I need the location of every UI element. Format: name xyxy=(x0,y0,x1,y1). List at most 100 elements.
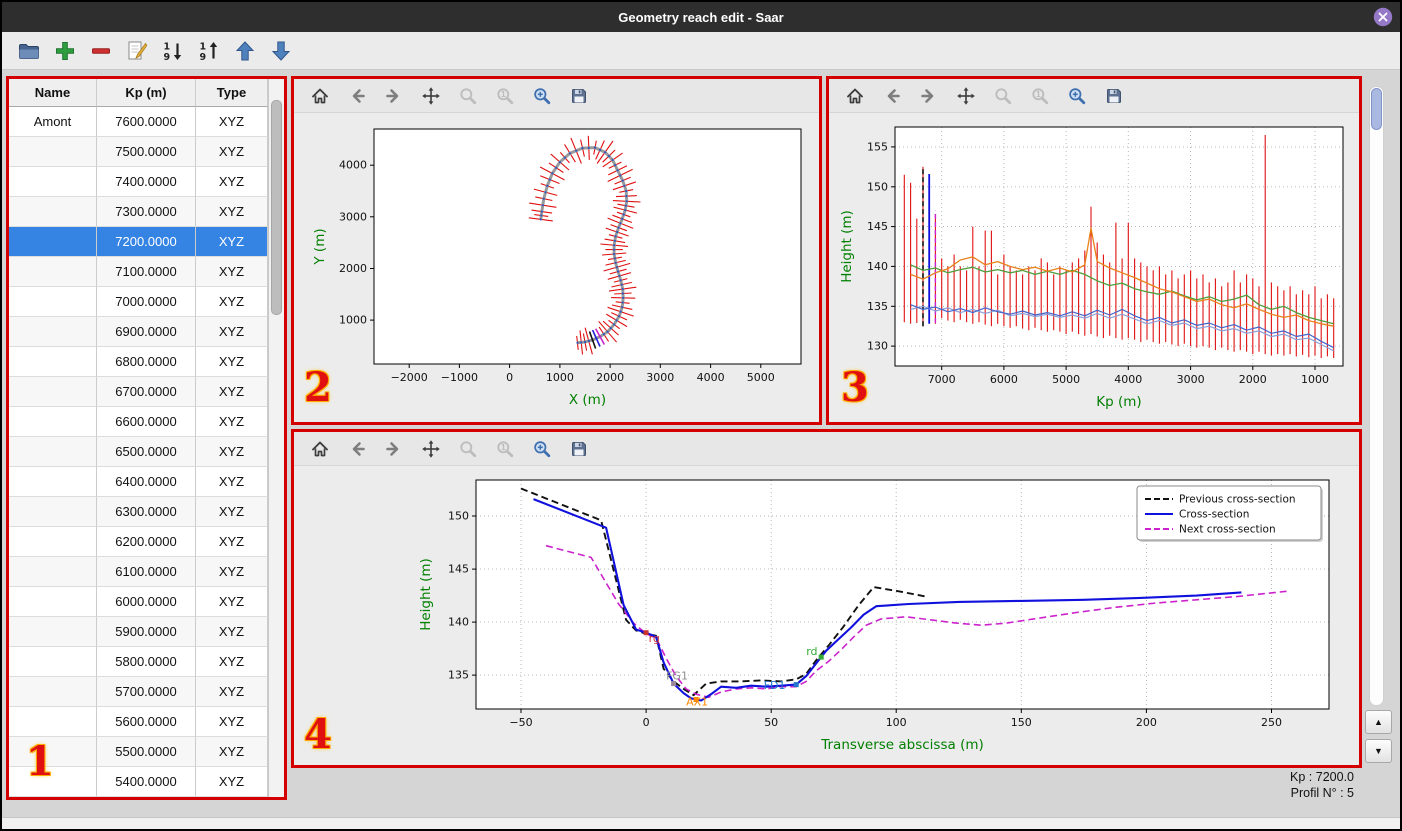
cross-section-chart[interactable]: rg FG1 AX1 FD1 rd −50 0 50 100 150 200 250 135 140 145… xyxy=(294,466,1359,765)
table-row[interactable]: 7100.0000 XYZ xyxy=(9,257,268,287)
pan-button[interactable] xyxy=(950,82,982,110)
home-button[interactable] xyxy=(304,435,336,463)
cell-kp: 6700.0000 xyxy=(97,377,196,407)
pan-icon xyxy=(422,86,440,105)
cell-name xyxy=(9,707,97,737)
zoom-rect-button[interactable] xyxy=(526,82,558,110)
table-row[interactable]: 6100.0000 XYZ xyxy=(9,557,268,587)
table-row[interactable]: 6800.0000 XYZ xyxy=(9,347,268,377)
cell-type: XYZ xyxy=(196,587,268,617)
svg-text:1: 1 xyxy=(1036,90,1041,99)
cell-type: XYZ xyxy=(196,407,268,437)
open-button[interactable] xyxy=(14,36,44,66)
forward-button[interactable] xyxy=(378,82,410,110)
back-button[interactable] xyxy=(341,82,373,110)
svg-text:4000: 4000 xyxy=(697,371,725,384)
zoom-icon xyxy=(995,87,1012,104)
save-icon xyxy=(572,88,586,103)
table-row[interactable]: 5800.0000 XYZ xyxy=(9,647,268,677)
table-row[interactable]: 6500.0000 XYZ xyxy=(9,437,268,467)
cell-name xyxy=(9,467,97,497)
plan-view-chart[interactable]: −2000 −1000 0 1000 2000 3000 4000 5000 1000 2000 3… xyxy=(294,113,819,422)
move-up-button[interactable] xyxy=(230,36,260,66)
svg-text:−2000: −2000 xyxy=(391,371,428,384)
svg-text:2000: 2000 xyxy=(339,262,367,275)
table-row[interactable]: 6700.0000 XYZ xyxy=(9,377,268,407)
profile-up-button[interactable]: ▲ xyxy=(1365,710,1392,734)
table-row[interactable]: 7300.0000 XYZ xyxy=(9,197,268,227)
zoom-rect-button[interactable] xyxy=(526,435,558,463)
home-button[interactable] xyxy=(839,82,871,110)
arrow-down-icon xyxy=(271,41,291,61)
svg-text:1000: 1000 xyxy=(339,314,367,327)
pan-button[interactable] xyxy=(415,82,447,110)
svg-text:2000: 2000 xyxy=(1239,373,1267,386)
back-button[interactable] xyxy=(341,435,373,463)
main-toolbar: 1919 xyxy=(2,32,1400,70)
svg-text:−50: −50 xyxy=(509,716,532,729)
zoom-rect-button[interactable] xyxy=(1061,82,1093,110)
cell-kp: 5500.0000 xyxy=(97,737,196,767)
cell-type: XYZ xyxy=(196,527,268,557)
zoom-one-icon: 1 xyxy=(497,87,514,104)
cell-type: XYZ xyxy=(196,197,268,227)
svg-text:3000: 3000 xyxy=(1177,373,1205,386)
table-row[interactable]: 5600.0000 XYZ xyxy=(9,707,268,737)
svg-text:150: 150 xyxy=(867,180,888,193)
table-scrollbar[interactable] xyxy=(268,79,284,797)
cross-section-toolbar: 1 xyxy=(294,432,1359,466)
forward-button[interactable] xyxy=(378,435,410,463)
cell-kp: 6400.0000 xyxy=(97,467,196,497)
home-button[interactable] xyxy=(304,82,336,110)
table-row[interactable]: 6600.0000 XYZ xyxy=(9,407,268,437)
svg-text:150: 150 xyxy=(448,510,469,523)
sort-descending-button[interactable]: 19 xyxy=(158,36,188,66)
cell-kp: 6900.0000 xyxy=(97,317,196,347)
table-row[interactable]: 7000.0000 XYZ xyxy=(9,287,268,317)
zoom-one-button: 1 xyxy=(489,82,521,110)
longitudinal-profile-chart[interactable]: 7000 6000 5000 4000 3000 2000 1000 130 135 140 145… xyxy=(829,113,1359,422)
svg-text:Height (m): Height (m) xyxy=(839,210,855,283)
save-button[interactable] xyxy=(1098,82,1130,110)
table-row[interactable]: 7400.0000 XYZ xyxy=(9,167,268,197)
table-row[interactable]: 6400.0000 XYZ xyxy=(9,467,268,497)
move-down-button[interactable] xyxy=(266,36,296,66)
table-row[interactable]: 6200.0000 XYZ xyxy=(9,527,268,557)
svg-text:7000: 7000 xyxy=(928,373,956,386)
table-row[interactable]: 6300.0000 XYZ xyxy=(9,497,268,527)
table-row[interactable]: 5900.0000 XYZ xyxy=(9,617,268,647)
table-row[interactable]: 6900.0000 XYZ xyxy=(9,317,268,347)
table-scrollbar-thumb[interactable] xyxy=(271,100,282,315)
table-row[interactable]: 5700.0000 XYZ xyxy=(9,677,268,707)
cell-name xyxy=(9,137,97,167)
vertical-scrollbar-thumb[interactable] xyxy=(1371,88,1382,130)
svg-text:130: 130 xyxy=(867,340,888,353)
close-button[interactable] xyxy=(1373,7,1393,27)
svg-text:4000: 4000 xyxy=(339,159,367,172)
save-button[interactable] xyxy=(563,435,595,463)
home-icon xyxy=(312,441,328,456)
forward-button[interactable] xyxy=(913,82,945,110)
cell-name xyxy=(9,677,97,707)
table-row[interactable]: 7200.0000 XYZ xyxy=(9,227,268,257)
longitudinal-profile-toolbar: 1 xyxy=(829,79,1359,113)
svg-text:50: 50 xyxy=(764,716,778,729)
add-cross-section-button[interactable] xyxy=(50,36,80,66)
annotation-number-2: 2 xyxy=(304,364,332,411)
back-button[interactable] xyxy=(876,82,908,110)
svg-text:Cross-section: Cross-section xyxy=(1179,509,1249,521)
table-row[interactable]: Amont 7600.0000 XYZ xyxy=(9,107,268,137)
zoom-one-button: 1 xyxy=(489,435,521,463)
table-row[interactable]: 7500.0000 XYZ xyxy=(9,137,268,167)
pan-button[interactable] xyxy=(415,435,447,463)
edit-cross-section-button[interactable] xyxy=(122,36,152,66)
vertical-scrollbar[interactable] xyxy=(1369,86,1384,706)
cross-section-table: Name Kp (m) Type Amont 7600.0000 XYZ 7500.0000… xyxy=(9,79,284,797)
table-row[interactable]: 6000.0000 XYZ xyxy=(9,587,268,617)
remove-cross-section-button[interactable] xyxy=(86,36,116,66)
save-button[interactable] xyxy=(563,82,595,110)
annotation-number-1: 1 xyxy=(26,738,54,785)
cell-kp: 5600.0000 xyxy=(97,707,196,737)
sort-ascending-button[interactable]: 19 xyxy=(194,36,224,66)
profile-down-button[interactable]: ▼ xyxy=(1365,739,1392,763)
